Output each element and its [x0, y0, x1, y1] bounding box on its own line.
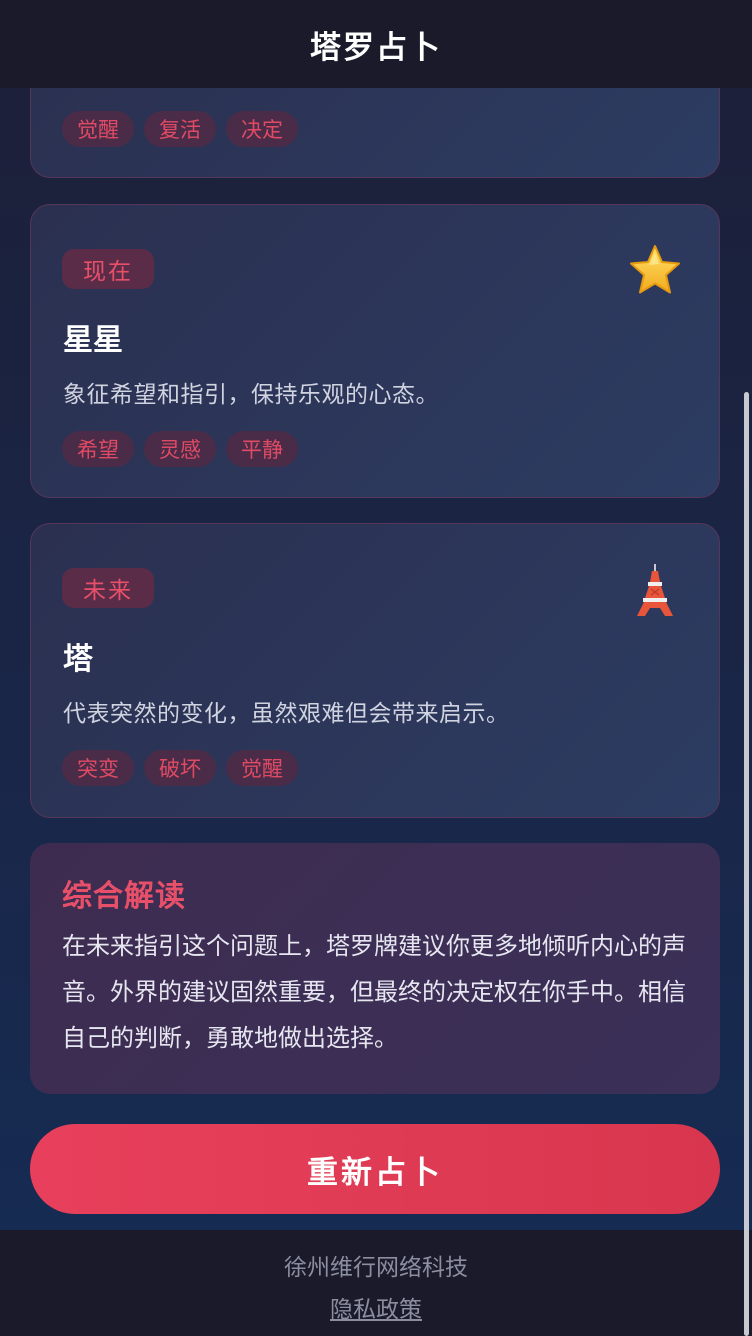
summary-title: 综合解读	[62, 879, 186, 914]
keyword-tag: 希望	[62, 431, 134, 467]
privacy-policy-link[interactable]: 隐私政策	[330, 1290, 422, 1324]
keyword-list: 突变 破坏 觉醒	[62, 750, 298, 786]
company-name: 徐州维行网络科技	[284, 1255, 468, 1281]
card-future: 未来 塔 代表突然的变化，虽然艰难但会带来启示。 突变 破坏 觉醒	[30, 523, 720, 818]
position-tag: 未来	[62, 568, 154, 608]
card-past: 觉醒 复活 决定	[30, 88, 720, 178]
card-present: 现在 星星 象征希望和指引，保持乐观的心态。 希望 灵感 平静	[30, 204, 720, 498]
summary-text: 在未来指引这个问题上，塔罗牌建议你更多地倾听内心的声音。外界的建议固然重要，但最…	[62, 932, 686, 1052]
position-tag: 现在	[62, 249, 154, 289]
redo-reading-button[interactable]: 重新占卜	[30, 1124, 720, 1214]
keyword-tag: 灵感	[144, 431, 216, 467]
keyword-tag: 觉醒	[226, 750, 298, 786]
page-footer: 徐州维行网络科技 隐私政策	[0, 1230, 752, 1336]
keyword-tag: 平静	[226, 431, 298, 467]
card-description: 代表突然的变化，虽然艰难但会带来启示。	[63, 701, 510, 727]
keyword-tag: 破坏	[144, 750, 216, 786]
card-description: 象征希望和指引，保持乐观的心态。	[63, 382, 439, 408]
keyword-tag: 复活	[144, 111, 216, 147]
scrollbar[interactable]	[744, 392, 749, 1336]
tower-icon	[627, 562, 683, 618]
reading-content[interactable]: 觉醒 复活 决定 现在 星星 象征希望和指引，保持乐观的心态。 希望 灵感 平静…	[0, 88, 752, 1230]
page-header: 塔罗占卜	[0, 0, 752, 88]
keyword-tag: 决定	[226, 111, 298, 147]
keyword-list: 希望 灵感 平静	[62, 431, 298, 467]
keyword-list: 觉醒 复活 决定	[62, 111, 298, 147]
star-icon	[627, 243, 683, 299]
page-title: 塔罗占卜	[310, 29, 442, 66]
card-name: 星星	[63, 323, 123, 358]
card-name: 塔	[63, 642, 93, 677]
keyword-tag: 觉醒	[62, 111, 134, 147]
summary-panel: 综合解读 在未来指引这个问题上，塔罗牌建议你更多地倾听内心的声音。外界的建议固然…	[30, 843, 720, 1094]
keyword-tag: 突变	[62, 750, 134, 786]
